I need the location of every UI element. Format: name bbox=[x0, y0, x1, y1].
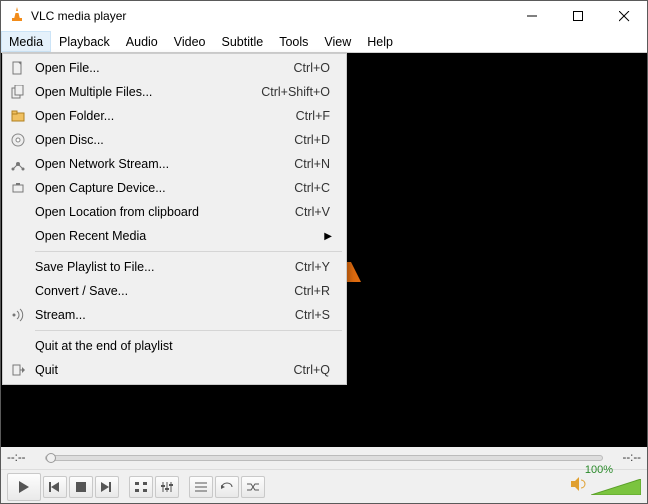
menuitem-open-location-from-clipboard[interactable]: Open Location from clipboardCtrl+V bbox=[5, 200, 344, 224]
menuitem-open-capture-device[interactable]: Open Capture Device...Ctrl+C bbox=[5, 176, 344, 200]
menu-tools[interactable]: Tools bbox=[271, 31, 316, 52]
menuitem-shortcut: Ctrl+N bbox=[294, 157, 344, 171]
close-button[interactable] bbox=[601, 1, 647, 31]
menu-audio[interactable]: Audio bbox=[118, 31, 166, 52]
menuitem-open-recent-media[interactable]: Open Recent Media▶ bbox=[5, 224, 344, 248]
menuitem-open-disc[interactable]: Open Disc...Ctrl+D bbox=[5, 128, 344, 152]
playlist-button[interactable] bbox=[189, 476, 213, 498]
menuitem-shortcut: Ctrl+Shift+O bbox=[261, 85, 344, 99]
menuitem-open-file[interactable]: Open File...Ctrl+O bbox=[5, 56, 344, 80]
app-window: VLC media player MediaPlaybackAudioVideo… bbox=[0, 0, 648, 504]
menuitem-shortcut: Ctrl+Q bbox=[294, 363, 344, 377]
files-icon bbox=[5, 85, 31, 99]
play-button[interactable] bbox=[7, 473, 41, 501]
menuitem-shortcut: Ctrl+V bbox=[295, 205, 344, 219]
menuitem-label: Quit at the end of playlist bbox=[31, 339, 330, 353]
folder-icon bbox=[5, 109, 31, 123]
controls-bar: 100% bbox=[1, 469, 647, 503]
menubar: MediaPlaybackAudioVideoSubtitleToolsView… bbox=[1, 31, 647, 53]
stream-icon bbox=[5, 308, 31, 322]
app-icon bbox=[9, 6, 25, 27]
menu-media[interactable]: Media bbox=[1, 31, 51, 52]
seek-thumb[interactable] bbox=[46, 453, 56, 463]
menuitem-label: Save Playlist to File... bbox=[31, 260, 295, 274]
menuitem-open-folder[interactable]: Open Folder...Ctrl+F bbox=[5, 104, 344, 128]
time-total: --:-- bbox=[609, 452, 641, 464]
menuitem-stream[interactable]: Stream...Ctrl+S bbox=[5, 303, 344, 327]
capture-icon bbox=[5, 181, 31, 195]
previous-button[interactable] bbox=[43, 476, 67, 498]
menuitem-label: Open Recent Media bbox=[31, 229, 324, 243]
menuitem-label: Open Disc... bbox=[31, 133, 294, 147]
menuitem-label: Open Capture Device... bbox=[31, 181, 294, 195]
menu-playback[interactable]: Playback bbox=[51, 31, 118, 52]
menuitem-label: Open Folder... bbox=[31, 109, 296, 123]
loop-button[interactable] bbox=[215, 476, 239, 498]
next-button[interactable] bbox=[95, 476, 119, 498]
menuitem-shortcut: Ctrl+S bbox=[295, 308, 344, 322]
volume-percent: 100% bbox=[585, 464, 613, 476]
menuitem-shortcut: Ctrl+C bbox=[294, 181, 344, 195]
menu-video[interactable]: Video bbox=[166, 31, 214, 52]
menuitem-convert-save[interactable]: Convert / Save...Ctrl+R bbox=[5, 279, 344, 303]
menuitem-shortcut: Ctrl+O bbox=[294, 61, 344, 75]
stop-button[interactable] bbox=[69, 476, 93, 498]
menuitem-label: Open Network Stream... bbox=[31, 157, 294, 171]
menuitem-save-playlist-to-file[interactable]: Save Playlist to File...Ctrl+Y bbox=[5, 255, 344, 279]
seekbar: --:-- --:-- bbox=[1, 447, 647, 469]
menuitem-label: Open File... bbox=[31, 61, 294, 75]
time-elapsed: --:-- bbox=[7, 452, 39, 464]
menu-help[interactable]: Help bbox=[359, 31, 401, 52]
file-icon bbox=[5, 61, 31, 75]
menuitem-quit-at-the-end-of-playlist[interactable]: Quit at the end of playlist bbox=[5, 334, 344, 358]
minimize-button[interactable] bbox=[509, 1, 555, 31]
window-title: VLC media player bbox=[31, 9, 509, 23]
speaker-icon[interactable] bbox=[571, 477, 587, 496]
menuitem-open-network-stream[interactable]: Open Network Stream...Ctrl+N bbox=[5, 152, 344, 176]
extended-settings-button[interactable] bbox=[155, 476, 179, 498]
volume-slider[interactable] bbox=[591, 479, 641, 495]
fullscreen-button[interactable] bbox=[129, 476, 153, 498]
menuitem-label: Convert / Save... bbox=[31, 284, 294, 298]
quit-icon bbox=[5, 363, 31, 377]
menuitem-label: Open Multiple Files... bbox=[31, 85, 261, 99]
seek-track[interactable] bbox=[45, 455, 603, 461]
titlebar: VLC media player bbox=[1, 1, 647, 31]
network-icon bbox=[5, 157, 31, 171]
menuitem-label: Quit bbox=[31, 363, 294, 377]
menuitem-shortcut: Ctrl+F bbox=[296, 109, 344, 123]
media-menu-dropdown: Open File...Ctrl+OOpen Multiple Files...… bbox=[2, 53, 347, 385]
volume-control: 100% bbox=[571, 477, 641, 496]
menuitem-shortcut: Ctrl+D bbox=[294, 133, 344, 147]
menuitem-open-multiple-files[interactable]: Open Multiple Files...Ctrl+Shift+O bbox=[5, 80, 344, 104]
menuitem-shortcut: Ctrl+Y bbox=[295, 260, 344, 274]
disc-icon bbox=[5, 133, 31, 147]
random-button[interactable] bbox=[241, 476, 265, 498]
submenu-arrow-icon: ▶ bbox=[324, 231, 344, 242]
menuitem-shortcut: Ctrl+R bbox=[294, 284, 344, 298]
menu-view[interactable]: View bbox=[316, 31, 359, 52]
menu-subtitle[interactable]: Subtitle bbox=[214, 31, 272, 52]
maximize-button[interactable] bbox=[555, 1, 601, 31]
menuitem-label: Open Location from clipboard bbox=[31, 205, 295, 219]
menuitem-quit[interactable]: QuitCtrl+Q bbox=[5, 358, 344, 382]
menuitem-label: Stream... bbox=[31, 308, 295, 322]
